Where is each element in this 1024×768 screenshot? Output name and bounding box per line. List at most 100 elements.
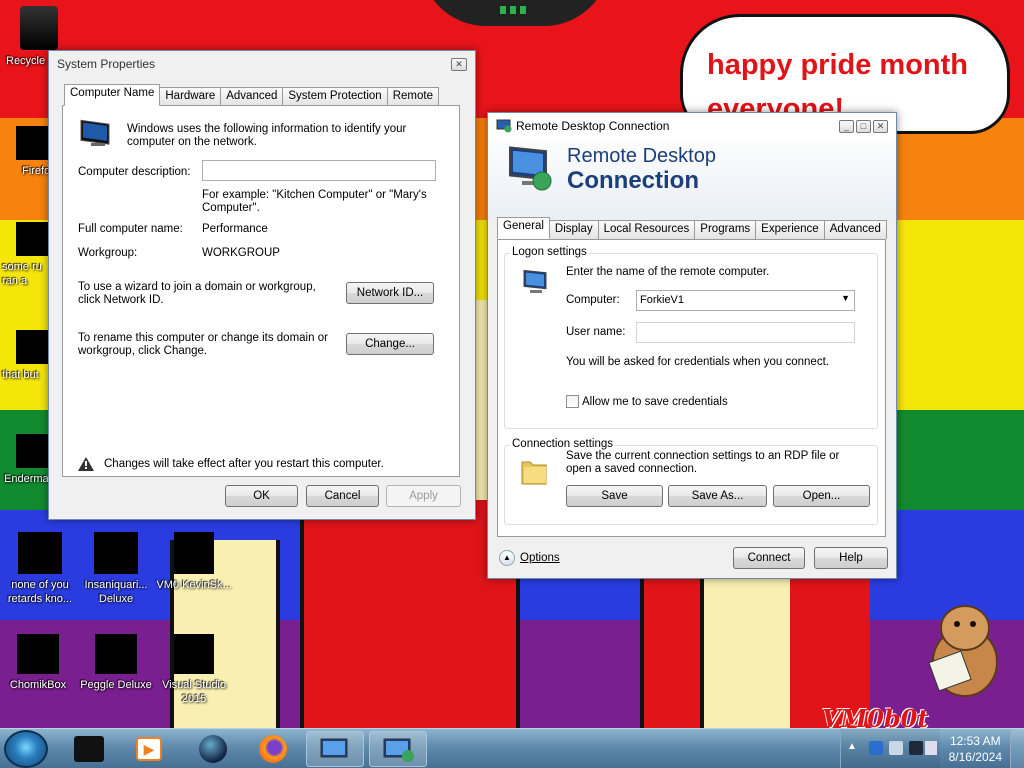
tab-display[interactable]: Display [548,220,599,239]
network-icon[interactable] [869,741,883,755]
rdc-tabs: General Display Local Resources Programs… [497,217,887,239]
chevron-up-icon[interactable]: ▲ [847,741,857,752]
tab-local-resources[interactable]: Local Resources [597,220,696,239]
workgroup-label: Workgroup: [78,247,138,259]
system-properties-icon [320,738,348,758]
app-icon [18,532,62,574]
apply-button[interactable]: Apply [386,485,461,507]
desktop-icon-chomikbox[interactable]: ChomikBox [0,634,76,692]
computer-icon [523,269,547,293]
taskbar-system-properties[interactable] [306,731,364,767]
maximize-button[interactable]: □ [856,119,871,133]
system-properties-tabs: Computer Name Hardware Advanced System P… [64,84,439,106]
desktop-icon-that[interactable]: that but [2,330,52,382]
network-id-text: To use a wizard to join a domain or work… [78,281,316,306]
tab-experience[interactable]: Experience [755,220,825,239]
example-text: For example: "Kitchen Computer" or "Mary… [202,189,427,214]
close-button[interactable]: ✕ [451,57,467,71]
taskbar-firefox[interactable] [244,731,302,767]
tab-computer-name[interactable]: Computer Name [64,84,161,106]
remote-desktop-logo-icon [509,146,552,191]
connection-settings-label: Connection settings [510,438,616,450]
window-title: System Properties [57,57,156,71]
computer-name-tab-panel: Windows uses the following information t… [62,105,460,477]
speech-line-1: happy pride month [707,49,968,81]
banner-line-2: Connection [567,167,699,194]
start-button[interactable] [4,730,48,768]
remote-desktop-titlebar[interactable]: Remote Desktop Connection _ □ ✕ [488,113,896,139]
desktop-icon-label: Enderma [4,473,49,485]
change-button[interactable]: Change... [346,333,434,355]
ok-button[interactable]: OK [225,485,298,507]
chevron-down-icon[interactable]: ▼ [841,293,850,303]
desktop-icon-peggle[interactable]: Peggle Deluxe [78,634,154,692]
allow-save-checkbox[interactable] [566,395,579,408]
taskbar-terminal[interactable] [60,731,118,767]
connection-text: Save the current connection settings to … [566,450,840,475]
tab-general[interactable]: General [497,217,550,239]
remote-desktop-window: Remote Desktop Connection _ □ ✕ Remote D… [487,112,897,579]
save-button[interactable]: Save [566,485,663,507]
peggle-icon [95,634,137,674]
rename-text: To rename this computer or change its do… [78,332,328,357]
clock-date: 8/16/2024 [948,750,1002,764]
hamster-gadget-icon [928,605,998,697]
workgroup-value: WORKGROUP [202,247,280,259]
general-tab-panel: Logon settings Enter the name of the rem… [497,239,886,537]
taskbar-clock[interactable]: 12:53 AM 8/16/2024 [949,733,1002,765]
app-icon [16,434,50,468]
show-desktop-button[interactable] [1010,729,1024,768]
connect-button[interactable]: Connect [733,547,805,569]
wallpaper-figure-hand [700,570,790,728]
tab-advanced[interactable]: Advanced [823,220,887,239]
action-center-icon[interactable] [909,741,923,755]
taskbar-remote-desktop[interactable] [369,731,427,767]
chomikbox-icon [17,634,59,674]
firefox-icon [16,126,50,160]
network-id-button[interactable]: Network ID... [346,282,434,304]
desktop-icon-some[interactable]: some ru ran a [2,222,52,288]
system-properties-window: System Properties ✕ Computer Name Hardwa… [48,50,476,520]
tab-programs[interactable]: Programs [694,220,757,239]
desktop-icon-label: some ru ran a [2,261,42,287]
system-properties-titlebar[interactable]: System Properties ✕ [49,51,475,77]
computer-combobox[interactable]: ForkieV1 ▼ [636,290,855,311]
folder-icon [521,461,547,485]
minimize-button[interactable]: _ [839,119,854,133]
speaker-icon[interactable] [925,741,937,755]
remote-desktop-icon [383,738,414,762]
options-link[interactable]: Options [520,552,560,565]
desktop-icon-vm0[interactable]: VM0 KevinSk... [156,532,232,592]
watermark: VM0b0t [822,704,929,728]
visual-studio-icon [174,634,214,674]
terminal-icon [74,736,104,762]
computer-description-input[interactable] [202,160,436,181]
cancel-button[interactable]: Cancel [306,485,379,507]
desktop-icon-enderman[interactable]: Enderma [4,434,54,486]
restart-warning: Changes will take effect after you resta… [104,458,384,470]
save-as-button[interactable]: Save As... [668,485,767,507]
credentials-note: You will be asked for credentials when y… [566,356,829,368]
taskbar-globe[interactable] [184,731,242,767]
desktop-icon-none-of-you[interactable]: none of you retards kno... [2,532,78,606]
app-icon [16,330,50,364]
close-button[interactable]: ✕ [873,119,888,133]
taskbar: ▶ ▲ 12:53 AM 8/16/2024 [0,728,1024,768]
logon-intro: Enter the name of the remote computer. [566,266,770,278]
tab-advanced[interactable]: Advanced [220,87,284,106]
options-toggle-icon[interactable]: ▲ [499,550,515,566]
computer-monitor-icon [80,119,110,146]
desktop-icon-insaniquarium[interactable]: Insaniquari... Deluxe [78,532,154,606]
computer-label: Computer: [566,294,620,306]
username-input[interactable] [636,322,855,343]
help-button[interactable]: Help [814,547,888,569]
tab-hardware[interactable]: Hardware [159,87,222,106]
warning-icon [78,457,94,471]
tab-remote[interactable]: Remote [386,87,439,106]
desktop-icon-visual-studio[interactable]: Visual Studio 2015 [156,634,232,706]
clock-time: 12:53 AM [949,734,1001,748]
open-button[interactable]: Open... [773,485,870,507]
display-icon[interactable] [889,741,903,755]
tab-system-protection[interactable]: System Protection [282,87,388,106]
taskbar-media-player[interactable]: ▶ [120,731,178,767]
